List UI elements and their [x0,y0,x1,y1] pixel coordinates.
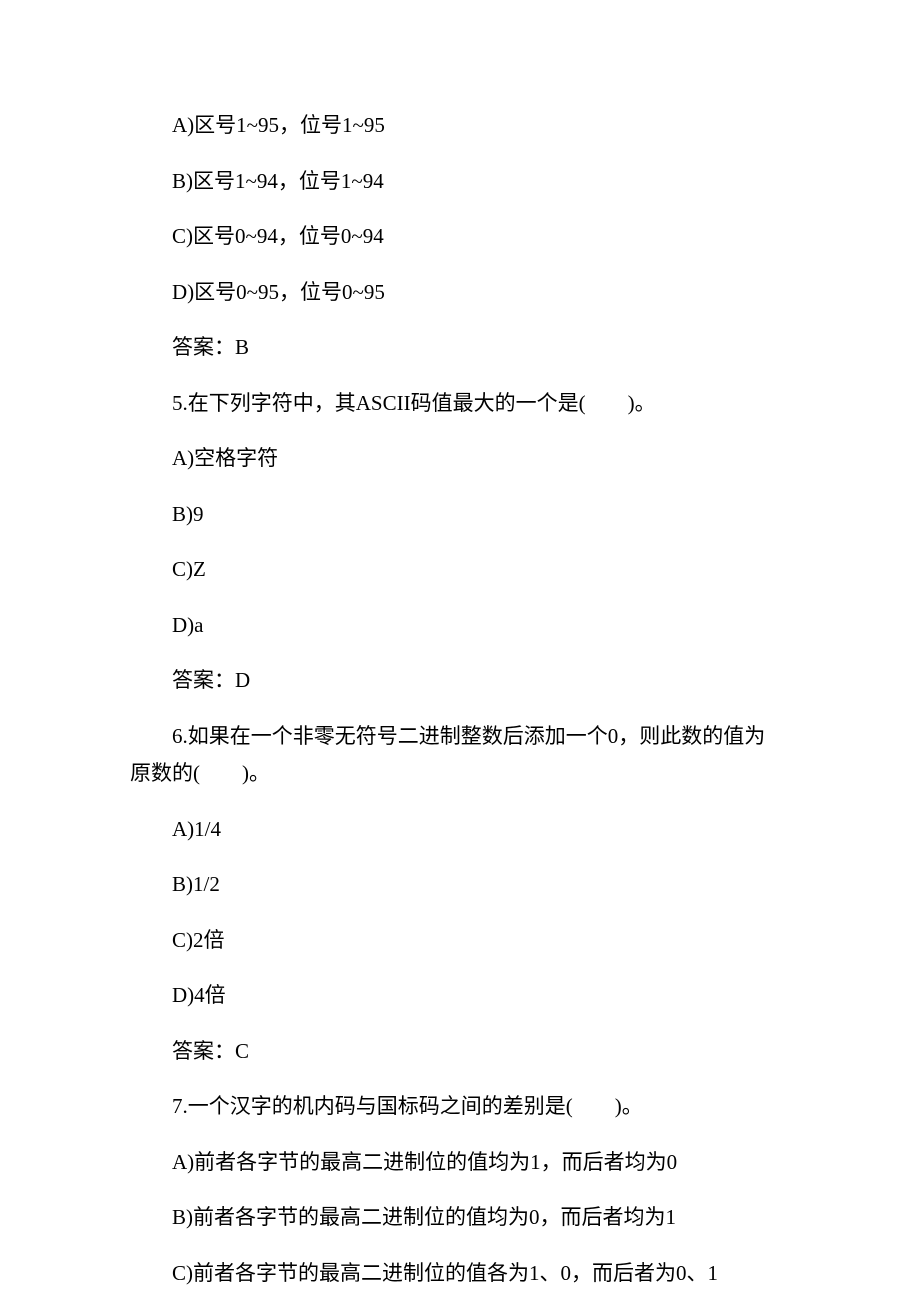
q7-option-a: A)前者各字节的最高二进制位的值均为1，而后者均为0 [130,1147,790,1179]
q5-option-a: A)空格字符 [130,443,790,475]
q6-question-line1: 6.如果在一个非零无符号二进制整数后添加一个0，则此数的值为 [130,721,790,753]
q5-answer: 答案：D [130,665,790,697]
q5-option-c: C)Z [130,554,790,586]
q7-question: 7.一个汉字的机内码与国标码之间的差别是( )。 [130,1091,790,1123]
q5-option-d: D)a [130,610,790,642]
q4-option-b: B)区号1~94，位号1~94 [130,166,790,198]
q6-option-d: D)4倍 [130,980,790,1012]
q7-option-c: C)前者各字节的最高二进制位的值各为1、0，而后者为0、1 [130,1258,790,1289]
q6-option-c: C)2倍 [130,925,790,957]
q6-answer: 答案：C [130,1036,790,1068]
q4-answer: 答案：B [130,332,790,364]
q6-option-a: A)1/4 [130,814,790,846]
q6-question-line2: 原数的( )。 [130,758,790,790]
q7-option-b: B)前者各字节的最高二进制位的值均为0，而后者均为1 [130,1202,790,1234]
q4-option-a: A)区号1~95，位号1~95 [130,110,790,142]
q4-option-c: C)区号0~94，位号0~94 [130,221,790,253]
q5-question: 5.在下列字符中，其ASCII码值最大的一个是( )。 [130,388,790,420]
q6-option-b: B)1/2 [130,869,790,901]
q4-option-d: D)区号0~95，位号0~95 [130,277,790,309]
q5-option-b: B)9 [130,499,790,531]
